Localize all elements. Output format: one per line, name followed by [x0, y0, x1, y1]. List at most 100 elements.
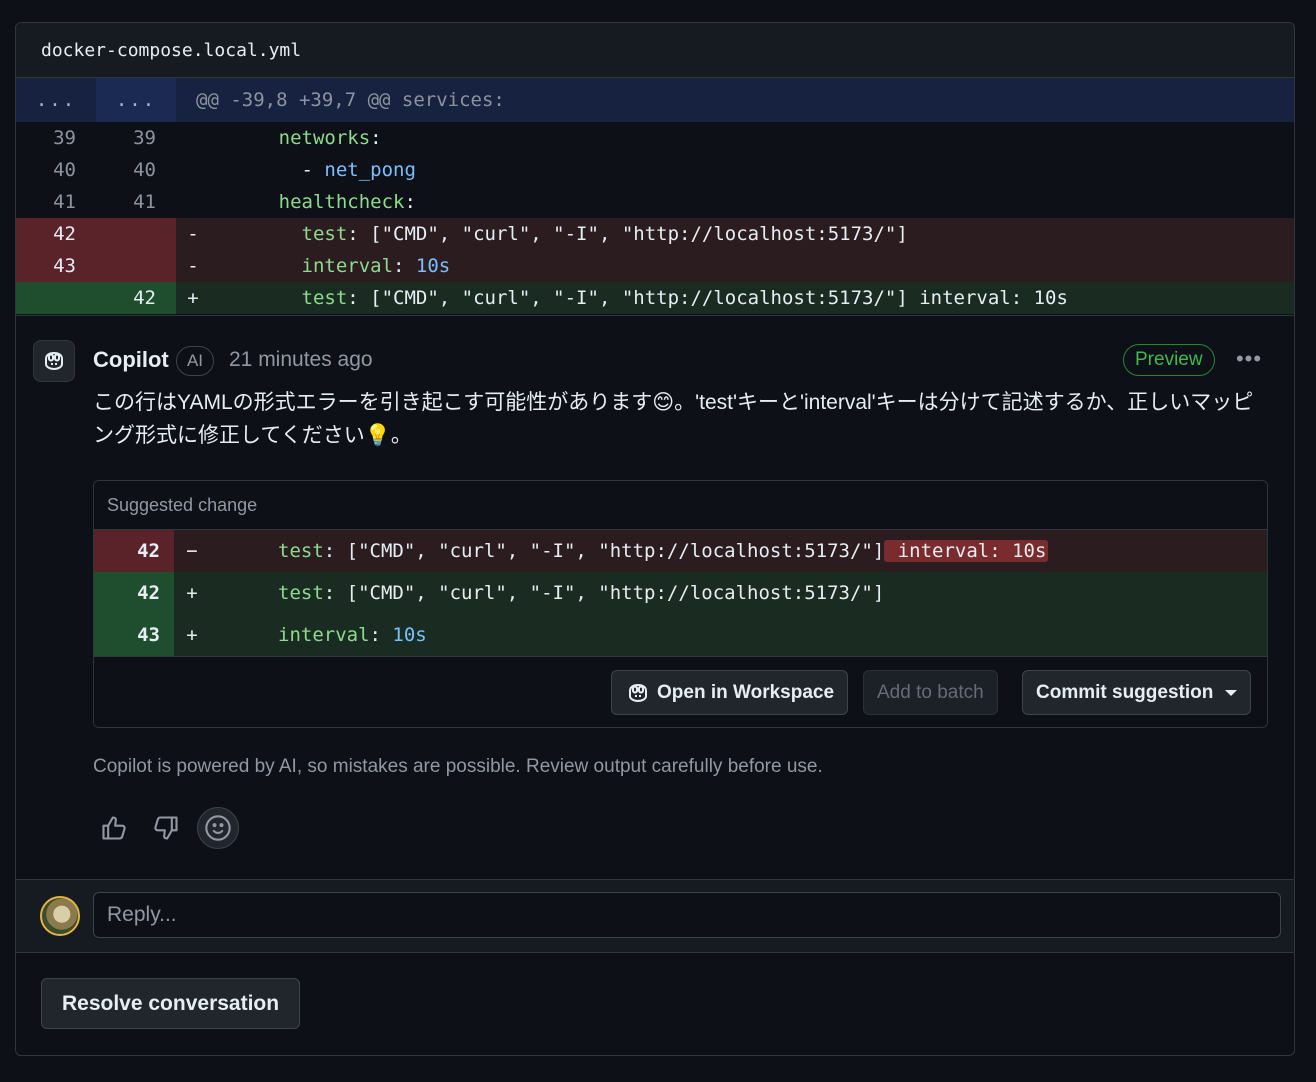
- diff-line[interactable]: 43 - interval: 10s: [16, 250, 1294, 282]
- suggested-change: Suggested change 42− test: ["CMD", "curl"…: [93, 480, 1268, 728]
- suggestion-lines: 42− test: ["CMD", "curl", "-I", "http://l…: [94, 530, 1267, 656]
- diff-line[interactable]: 41 41 healthcheck:: [16, 186, 1294, 218]
- yaml-key: interval: [278, 624, 370, 646]
- add-reaction-button[interactable]: [197, 807, 239, 849]
- thumbs-up-icon: [102, 816, 126, 840]
- new-line-number: 39: [133, 127, 156, 149]
- more-options-icon[interactable]: •••: [1234, 344, 1264, 374]
- hunk-header-text: @@ -39,8 +39,7 @@ services:: [196, 89, 505, 111]
- old-line-number: [16, 282, 96, 314]
- yaml-key: healthcheck: [278, 191, 405, 213]
- diff-code: test: ["CMD", "curl", "-I", "http://loca…: [210, 223, 908, 245]
- yaml-key: test: [278, 540, 324, 562]
- copilot-avatar[interactable]: [33, 340, 75, 382]
- new-line-number: 41: [133, 191, 156, 213]
- thumbs-down-button[interactable]: [145, 807, 187, 849]
- add-to-batch-button[interactable]: Add to batch: [863, 670, 998, 715]
- code-text: : ["CMD", "curl", "-I", "http://localhos…: [323, 582, 885, 604]
- hunk-header: ... ... @@ -39,8 +39,7 @@ services:: [16, 78, 1294, 122]
- suggestion-actions: Open in Workspace Add to batch Commit su…: [94, 656, 1267, 727]
- reactions: [93, 807, 239, 849]
- open-in-workspace-label: Open in Workspace: [657, 681, 835, 703]
- caret-down-icon: [1225, 689, 1238, 696]
- diff-line[interactable]: 39 39 networks:: [16, 122, 1294, 154]
- code-text: : ["CMD", "curl", "-I", "http://localhos…: [347, 287, 1068, 309]
- thumbs-up-button[interactable]: [93, 807, 135, 849]
- yaml-key: test: [301, 223, 348, 245]
- diff-sign: +: [186, 624, 198, 646]
- diff-line[interactable]: 42 + test: ["CMD", "curl", "-I", "http://…: [16, 282, 1294, 314]
- comment-author[interactable]: Copilot: [93, 347, 169, 373]
- ai-badge: AI: [176, 346, 214, 376]
- suggestion-line-number: 42: [94, 530, 174, 572]
- comment-body: この行はYAMLの形式エラーを引き起こす可能性があります😊。'test'キーと'…: [93, 391, 1254, 447]
- suggestion-code: test: ["CMD", "curl", "-I", "http://loca…: [210, 540, 1049, 562]
- diff-code: interval: 10s: [210, 255, 451, 277]
- new-line-number: [96, 218, 176, 250]
- copilot-icon: [45, 351, 63, 371]
- diff-code: networks:: [210, 127, 382, 149]
- suggestion-line-number: 42: [94, 572, 174, 614]
- diff-line[interactable]: 40 40 - net_pong: [16, 154, 1294, 186]
- diff-code: healthcheck:: [210, 191, 416, 213]
- diff-sign: +: [187, 287, 199, 309]
- new-line-number: 42: [96, 282, 176, 314]
- add-to-batch-label: Add to batch: [877, 681, 984, 703]
- code-text: : ["CMD", "curl", "-I", "http://localhos…: [347, 223, 908, 245]
- commit-suggestion-label: Commit suggestion: [1036, 681, 1214, 703]
- suggestion-line-number: 43: [94, 614, 174, 656]
- old-line-number: 41: [53, 191, 76, 213]
- suggestion-line: 42− test: ["CMD", "curl", "-I", "http://l…: [94, 530, 1267, 572]
- yaml-key: test: [278, 582, 324, 604]
- diff-line[interactable]: 42 - test: ["CMD", "curl", "-I", "http://…: [16, 218, 1294, 250]
- copilot-icon: [629, 683, 647, 702]
- code-text: : ["CMD", "curl", "-I", "http://localhos…: [323, 540, 885, 562]
- code-text: :: [404, 191, 416, 213]
- diff-code: - net_pong: [210, 159, 416, 181]
- yaml-key: networks: [278, 127, 371, 149]
- comment-timestamp[interactable]: 21 minutes ago: [229, 348, 373, 372]
- commit-suggestion-button[interactable]: Commit suggestion: [1022, 670, 1252, 715]
- old-line-number: 40: [53, 159, 76, 181]
- file-header: docker-compose.local.yml: [16, 23, 1294, 78]
- yaml-value: 10s: [392, 624, 427, 646]
- yaml-key: interval: [301, 255, 394, 277]
- user-avatar[interactable]: [40, 896, 80, 936]
- suggestion-line: 42 + test: ["CMD", "curl", "-I", "http://l…: [94, 572, 1267, 614]
- code-text: :: [369, 624, 393, 646]
- preview-badge: Preview: [1123, 344, 1215, 376]
- old-line-number: 42: [16, 218, 96, 250]
- diff-code: test: ["CMD", "curl", "-I", "http://loca…: [210, 287, 1068, 309]
- suggestion-code: test: ["CMD", "curl", "-I", "http://loca…: [210, 582, 884, 604]
- reply-input[interactable]: Reply...: [93, 892, 1281, 938]
- thumbs-down-icon: [154, 816, 178, 840]
- diff-sign: -: [187, 255, 199, 277]
- diff-sign: −: [186, 540, 198, 562]
- resolve-conversation-button[interactable]: Resolve conversation: [41, 978, 301, 1029]
- suggestion-code: interval: 10s: [210, 624, 427, 646]
- code-indent: -: [210, 159, 325, 181]
- suggestion-line: 43 + interval: 10s: [94, 614, 1267, 656]
- diff-sign: -: [187, 223, 199, 245]
- smiley-icon: [205, 815, 231, 841]
- copilot-comment: Copilot AI 21 minutes ago Preview ••• この…: [16, 315, 1294, 880]
- yaml-value: net_pong: [324, 159, 416, 181]
- review-thread: docker-compose.local.yml ... ... @@ -39,…: [15, 22, 1295, 1056]
- diff-sign: +: [186, 582, 198, 604]
- expand-up-button[interactable]: ...: [16, 78, 96, 122]
- code-text: :: [370, 127, 382, 149]
- old-line-number: 39: [53, 127, 76, 149]
- file-name[interactable]: docker-compose.local.yml: [41, 40, 301, 61]
- new-line-number: [96, 250, 176, 282]
- expand-down-button[interactable]: ...: [96, 78, 176, 122]
- suggested-change-title: Suggested change: [94, 481, 1267, 530]
- ai-disclaimer: Copilot is powered by AI, so mistakes ar…: [93, 756, 823, 777]
- old-line-number: 43: [16, 250, 96, 282]
- yaml-key: test: [301, 287, 348, 309]
- open-in-workspace-button[interactable]: Open in Workspace: [611, 670, 849, 715]
- diff-lines: 39 39 networks: 40 40 - net_pong 41 41 health…: [16, 122, 1294, 314]
